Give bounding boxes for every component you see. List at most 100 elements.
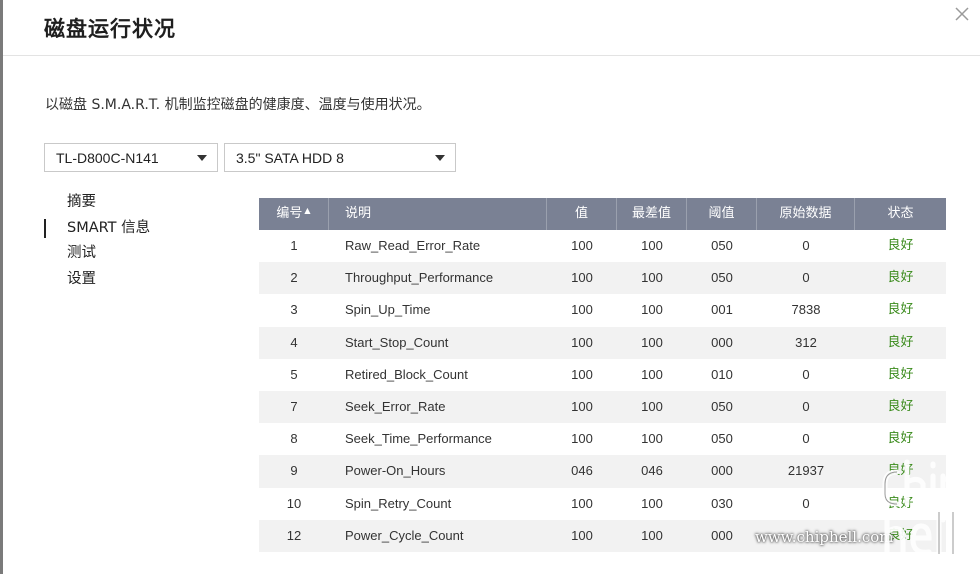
table-row[interactable]: 10 Spin_Retry_Count 100 100 030 0 良好 (259, 487, 946, 520)
cell-threshold: 000 (711, 527, 733, 543)
column-header-threshold[interactable]: 阈值 (687, 198, 757, 230)
cell-value: 100 (571, 334, 593, 350)
cell-id: 3 (290, 302, 298, 318)
cell-status: 良好 (887, 334, 914, 350)
table-row[interactable]: 5 Retired_Block_Count 100 100 010 0 良好 (259, 358, 946, 391)
cell-threshold: 000 (711, 463, 733, 479)
cell-name: Spin_Up_Time (345, 302, 431, 318)
cell-status: 良好 (887, 398, 914, 414)
cell-status: 良好 (887, 238, 914, 253)
column-header-status[interactable]: 状态 (855, 198, 946, 230)
cell-value: 100 (571, 238, 593, 253)
cell-threshold: 001 (711, 302, 733, 318)
cell-worst: 100 (641, 527, 663, 543)
cell-threshold: 010 (711, 366, 733, 382)
enclosure-select-value: TL-D800C-N141 (56, 150, 159, 166)
cell-worst: 100 (641, 495, 663, 511)
cell-status: 良好 (887, 431, 914, 447)
cell-status: 良好 (887, 302, 914, 318)
column-header-value[interactable]: 值 (547, 198, 617, 230)
chevron-down-icon (435, 155, 445, 161)
chevron-down-icon (197, 155, 207, 161)
cell-raw: 0 (802, 238, 810, 253)
cell-raw: 21937 (787, 463, 825, 479)
cell-raw: 312 (795, 334, 817, 350)
close-icon[interactable] (952, 4, 972, 24)
column-header-name[interactable]: 说明 (329, 198, 547, 230)
cell-id: 7 (290, 398, 298, 414)
cell-id: 9 (290, 463, 298, 479)
column-header-id-label: 编号 (276, 206, 303, 221)
cell-value: 100 (571, 398, 593, 414)
cell-status: 良好 (887, 366, 914, 382)
enclosure-select[interactable]: TL-D800C-N141 (44, 143, 218, 172)
smart-dialog: 磁盘运行状况 以磁盘 S.M.A.R.T. 机制监控磁盘的健康度、温度与使用状况… (3, 0, 980, 574)
table-row[interactable]: 9 Power-On_Hours 046 046 000 21937 良好 (259, 455, 946, 488)
cell-name: Spin_Retry_Count (345, 495, 452, 511)
cell-name: Raw_Read_Error_Rate (345, 238, 481, 253)
cell-status: 良好 (887, 270, 914, 286)
cell-raw: 0 (802, 398, 810, 414)
cell-raw: 0 (802, 495, 810, 511)
cell-id: 12 (286, 527, 302, 543)
sidebar-item-test[interactable]: 测试 (44, 242, 150, 268)
cell-id: 1 (290, 238, 298, 253)
dialog-title: 磁盘运行状况 (44, 17, 176, 41)
sidebar-item-settings[interactable]: 设置 (44, 268, 150, 294)
cell-name: Start_Stop_Count (345, 334, 449, 350)
cell-threshold: 030 (711, 495, 733, 511)
cell-name: Throughput_Performance (345, 270, 494, 286)
cell-name: Retired_Block_Count (345, 366, 468, 382)
dialog-description: 以磁盘 S.M.A.R.T. 机制监控磁盘的健康度、温度与使用状况。 (45, 97, 431, 113)
column-header-worst[interactable]: 最差值 (617, 198, 687, 230)
cell-threshold: 050 (711, 398, 733, 414)
cell-worst: 100 (641, 270, 663, 286)
cell-value: 100 (571, 366, 593, 382)
watermark-site: www.chiphell.com (755, 528, 894, 546)
cell-id: 8 (290, 431, 298, 447)
cell-id: 10 (286, 495, 302, 511)
cell-raw: 0 (802, 431, 810, 447)
sidebar-item-smart-info[interactable]: SMART 信息 (44, 217, 150, 243)
cell-name: Seek_Time_Performance (345, 431, 492, 447)
cell-value: 100 (571, 270, 593, 286)
cell-raw: 7838 (791, 302, 821, 318)
chiphell-logo (879, 458, 971, 563)
cell-worst: 046 (641, 463, 663, 479)
table-row[interactable]: 2 Throughput_Performance 100 100 050 0 良好 (259, 262, 946, 295)
cell-threshold: 050 (711, 270, 733, 286)
cell-value: 100 (571, 527, 593, 543)
cell-worst: 100 (641, 366, 663, 382)
cell-raw: 0 (802, 366, 810, 382)
cell-threshold: 050 (711, 431, 733, 447)
sidebar-item-summary[interactable]: 摘要 (44, 191, 150, 217)
table-row[interactable]: 3 Spin_Up_Time 100 100 001 7838 良好 (259, 294, 946, 327)
cell-name: Power_Cycle_Count (345, 527, 464, 543)
cell-id: 2 (290, 270, 298, 286)
sort-asc-icon: ▲ (304, 206, 311, 215)
disk-select-value: 3.5" SATA HDD 8 (236, 150, 344, 166)
table-row[interactable]: 4 Start_Stop_Count 100 100 000 312 良好 (259, 326, 946, 359)
cell-value: 046 (571, 463, 593, 479)
disk-select[interactable]: 3.5" SATA HDD 8 (224, 143, 456, 172)
cell-value: 100 (571, 495, 593, 511)
cell-value: 100 (571, 431, 593, 447)
table-row[interactable]: 8 Seek_Time_Performance 100 100 050 0 良好 (259, 423, 946, 456)
cell-raw: 0 (802, 270, 810, 286)
cell-threshold: 000 (711, 334, 733, 350)
cell-id: 4 (290, 334, 298, 350)
cell-worst: 100 (641, 302, 663, 318)
column-header-raw[interactable]: 原始数据 (757, 198, 855, 230)
cell-id: 5 (290, 366, 298, 382)
table-row[interactable]: 7 Seek_Error_Rate 100 100 050 0 良好 (259, 390, 946, 424)
table-body: 1 Raw_Read_Error_Rate 100 100 050 0 良好 2 Through… (259, 230, 946, 552)
cell-threshold: 050 (711, 238, 733, 253)
smart-table: 编号 ▲ 说明 值 最差值 阈值 原始数据 状态 1 Raw_Read_Error_… (259, 198, 946, 552)
dialog-title-bar: 磁盘运行状况 (3, 0, 980, 56)
sidebar-nav: 摘要 SMART 信息 测试 设置 (44, 191, 150, 293)
cell-worst: 100 (641, 398, 663, 414)
table-row[interactable]: 1 Raw_Read_Error_Rate 100 100 050 0 良好 (259, 230, 946, 263)
cell-worst: 100 (641, 334, 663, 350)
cell-value: 100 (571, 302, 593, 318)
column-header-id[interactable]: 编号 ▲ (259, 198, 329, 230)
